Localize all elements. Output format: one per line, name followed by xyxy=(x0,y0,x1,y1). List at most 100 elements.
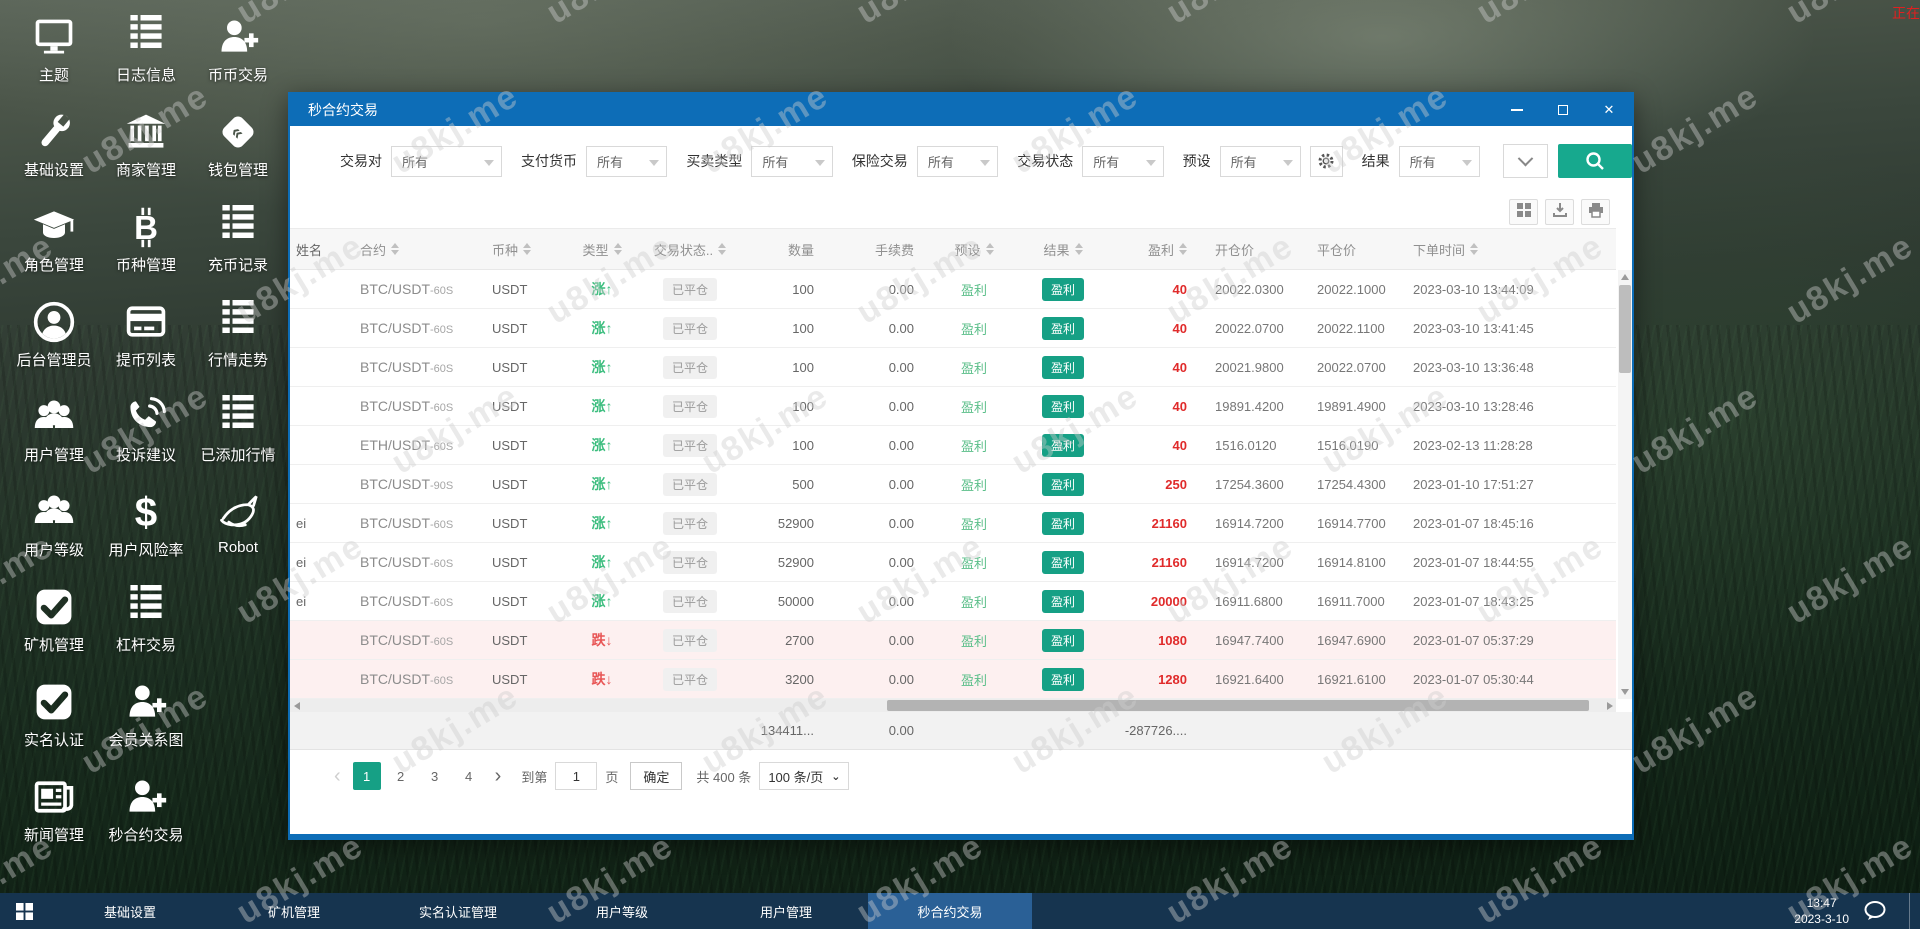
horizontal-scrollbar[interactable] xyxy=(290,699,1616,712)
sort-icon[interactable] xyxy=(523,243,532,255)
desktop-icon-label: 实名认证 xyxy=(23,732,84,749)
desktop-icon-角色管理[interactable]: 角色管理 xyxy=(8,196,100,291)
page-number-4[interactable]: 4 xyxy=(455,762,483,790)
print-button[interactable] xyxy=(1581,199,1610,225)
sort-icon[interactable] xyxy=(1074,243,1083,255)
taskbar-tab-矿机管理[interactable]: 矿机管理 xyxy=(212,893,376,929)
search-button[interactable] xyxy=(1558,144,1632,178)
column-header-下单时间[interactable]: 下单时间 xyxy=(1401,240,1616,259)
goto-page-input[interactable] xyxy=(555,762,598,790)
desktop-icon-主题[interactable]: 主题 xyxy=(8,6,100,101)
desktop-icon-用户管理[interactable]: 用户管理 xyxy=(8,386,100,481)
vertical-scroll-thumb[interactable] xyxy=(1619,285,1631,373)
column-header-交易状态..[interactable]: 交易状态.. xyxy=(642,240,738,259)
grid-icon xyxy=(1516,202,1532,223)
desktop-icon-币种管理[interactable]: B 币种管理 xyxy=(100,196,192,291)
preset-settings-button[interactable] xyxy=(1309,145,1343,177)
cell-preset: 盈利 xyxy=(960,321,987,337)
column-header-结果[interactable]: 结果 xyxy=(1018,240,1108,259)
filter-select-交易状态[interactable]: 所有 xyxy=(1082,145,1164,177)
page-size-select[interactable]: 100 条/页 ⌄ xyxy=(759,762,850,790)
print-icon xyxy=(1588,202,1604,223)
column-header-盈利[interactable]: 盈利 xyxy=(1108,240,1203,259)
filter-select-保险交易[interactable]: 所有 xyxy=(916,145,999,177)
filter-select-结果[interactable]: 所有 xyxy=(1398,145,1480,177)
taskbar-clock[interactable]: 13:47 2023-3-10 xyxy=(1794,895,1849,927)
taskbar-tab-基础设置[interactable]: 基础设置 xyxy=(48,893,212,929)
taskbar-tab-用户等级[interactable]: 用户等级 xyxy=(540,893,704,929)
start-button[interactable] xyxy=(0,893,48,929)
taskbar-tab-实名认证管理[interactable]: 实名认证管理 xyxy=(376,893,540,929)
minimize-button[interactable] xyxy=(1494,94,1540,126)
page-number-3[interactable]: 3 xyxy=(421,762,449,790)
grid-button[interactable] xyxy=(1509,199,1538,225)
filter-select-交易对[interactable]: 所有 xyxy=(391,145,503,177)
sort-icon[interactable] xyxy=(1179,243,1187,255)
scroll-right-arrow[interactable] xyxy=(1603,699,1616,712)
sort-icon[interactable] xyxy=(1470,243,1479,255)
desktop-icon-会员关系图[interactable]: 会员关系图 xyxy=(100,671,192,766)
desktop-icon-已添加行情[interactable]: 已添加行情 xyxy=(192,386,284,481)
scroll-left-arrow[interactable] xyxy=(290,699,303,712)
confirm-button[interactable]: 确定 xyxy=(630,762,683,790)
cell-profit: 40 xyxy=(1172,359,1187,375)
desktop-icon-日志信息[interactable]: 日志信息 xyxy=(100,6,192,101)
cell-status: 已平仓 xyxy=(642,355,738,379)
cell-fee: 0.00 xyxy=(888,437,914,453)
export-button[interactable] xyxy=(1545,199,1574,225)
column-header-币种[interactable]: 币种 xyxy=(480,240,562,259)
show-desktop-edge[interactable] xyxy=(1909,893,1910,929)
desktop-icon-新闻管理[interactable]: 新闻管理 xyxy=(8,766,100,861)
sort-icon[interactable] xyxy=(985,243,994,255)
desktop-icon-行情走势[interactable]: 行情走势 xyxy=(192,291,284,386)
sort-icon[interactable] xyxy=(391,243,400,255)
scroll-down-arrow[interactable] xyxy=(1618,685,1632,699)
filter-select-预设[interactable]: 所有 xyxy=(1219,145,1301,177)
chevron-down-icon: ⌄ xyxy=(831,770,841,783)
cell-qty: 100 xyxy=(792,398,814,414)
taskbar-tab-秒合约交易[interactable]: 秒合约交易 xyxy=(868,893,1032,929)
desktop-icon-商家管理[interactable]: 商家管理 xyxy=(100,101,192,196)
maximize-button[interactable] xyxy=(1540,94,1586,126)
close-button[interactable]: ✕ xyxy=(1586,94,1632,126)
sort-icon[interactable] xyxy=(613,243,622,255)
desktop-icon-投诉建议[interactable]: 投诉建议 xyxy=(100,386,192,481)
desktop-icon-秒合约交易[interactable]: 秒合约交易 xyxy=(100,766,192,861)
page-number-1[interactable]: 1 xyxy=(352,762,381,790)
cell-type: 涨↑ xyxy=(591,359,613,375)
desktop-icon-用户等级[interactable]: 用户等级 xyxy=(8,481,100,576)
scroll-up-arrow[interactable] xyxy=(1618,270,1632,284)
desktop-icon-杠杆交易[interactable]: 杠杆交易 xyxy=(100,576,192,671)
cell-order-time: 2023-01-07 05:30:44 xyxy=(1413,671,1534,687)
desktop-icon-充币记录[interactable]: 充币记录 xyxy=(192,196,284,291)
desktop-icon-钱包管理[interactable]: « 钱包管理 xyxy=(192,101,284,196)
column-header-类型[interactable]: 类型 xyxy=(562,240,642,259)
desktop-icon-币币交易[interactable]: 币币交易 xyxy=(192,6,284,101)
desktop-icon-后台管理员[interactable]: 后台管理员 xyxy=(8,291,100,386)
caret-down-icon xyxy=(1282,159,1293,166)
column-header-label: 数量 xyxy=(787,242,814,258)
horizontal-scroll-thumb[interactable] xyxy=(886,700,1590,711)
filter-select-买卖类型[interactable]: 所有 xyxy=(751,145,833,177)
filter-select-支付货币[interactable]: 所有 xyxy=(586,145,668,177)
prev-page-arrow[interactable]: ‹ xyxy=(330,766,345,786)
desktop-icon-矿机管理[interactable]: 矿机管理 xyxy=(8,576,100,671)
desktop-icon-实名认证[interactable]: 实名认证 xyxy=(8,671,100,766)
desktop-icon-label: 投诉建议 xyxy=(115,447,176,464)
taskbar-tab-用户管理[interactable]: 用户管理 xyxy=(704,893,868,929)
desktop-icon-Robot[interactable]: Robot xyxy=(192,481,284,576)
column-header-合约[interactable]: 合约 xyxy=(348,240,480,259)
desktop-icon-提币列表[interactable]: 提币列表 xyxy=(100,291,192,386)
page-number-2[interactable]: 2 xyxy=(387,762,415,790)
desktop-icon-基础设置[interactable]: 基础设置 xyxy=(8,101,100,196)
expand-filters-button[interactable] xyxy=(1503,144,1548,178)
sort-icon[interactable] xyxy=(718,243,727,255)
desktop-icon-用户风险率[interactable]: $ 用户风险率 xyxy=(100,481,192,576)
next-page-arrow[interactable]: › xyxy=(491,766,506,786)
vertical-scrollbar[interactable] xyxy=(1618,270,1632,699)
chat-bubble-icon[interactable] xyxy=(1863,900,1889,922)
summary-profit: -287726.... xyxy=(1124,723,1187,738)
users-icon xyxy=(32,488,76,536)
watermark-text: u8kj.me xyxy=(1160,0,1301,32)
column-header-预设[interactable]: 预设 xyxy=(930,240,1018,259)
